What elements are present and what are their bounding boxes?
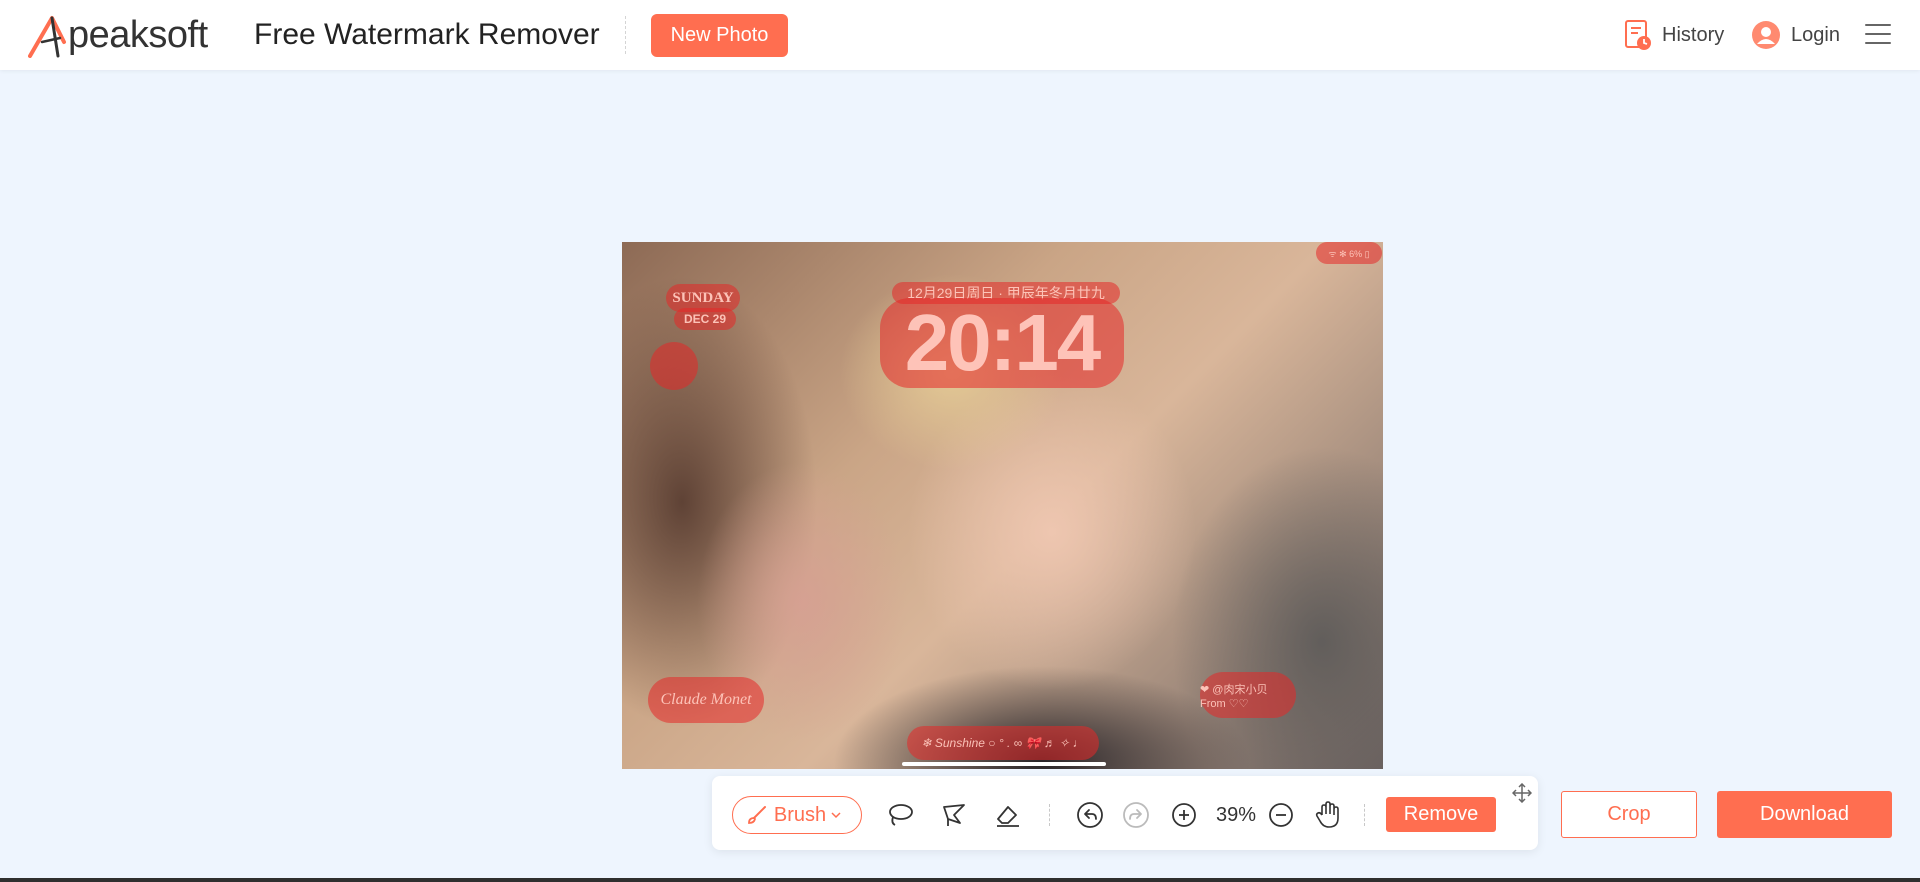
app-header: peaksoft Free Watermark Remover New Phot… (0, 0, 1920, 70)
remove-button[interactable]: Remove (1386, 797, 1496, 832)
history-button[interactable]: History (1624, 18, 1724, 52)
window-bottom-edge (0, 878, 1920, 882)
watermark-dec: DEC 29 (674, 308, 736, 330)
history-icon (1625, 20, 1651, 50)
undo-icon (1077, 802, 1103, 828)
zoom-in-button[interactable] (1170, 801, 1198, 829)
lasso-icon (889, 804, 913, 826)
move-drag-icon[interactable] (1512, 783, 1532, 803)
photo-canvas[interactable]: SUNDAY DEC 29 12月29日周日 · 甲辰年冬月廿九 20:14 ᯤ… (622, 242, 1383, 769)
logo-wordmark: peaksoft (68, 14, 208, 56)
zoom-level: 39% (1215, 804, 1257, 826)
watermark-signature: Claude Monet (648, 677, 764, 723)
apeaksoft-logo[interactable]: peaksoft (28, 12, 208, 58)
brush-tool-button[interactable]: Brush (732, 796, 862, 834)
user-avatar-icon (1752, 21, 1780, 49)
pan-hand-tool[interactable] (1314, 801, 1342, 829)
eraser-icon (997, 806, 1019, 827)
toolbar-separator (1364, 804, 1365, 826)
editing-toolbar: Brush 39% Remove (712, 776, 1538, 850)
polygon-lasso-icon (943, 804, 965, 826)
home-indicator-bar (902, 762, 1106, 766)
history-label: History (1662, 23, 1725, 46)
redo-icon (1123, 802, 1149, 828)
header-divider (625, 16, 626, 54)
hand-icon (1315, 801, 1339, 828)
login-button[interactable]: Login (1751, 18, 1840, 52)
polygonal-lasso-tool[interactable] (940, 801, 968, 829)
crop-button[interactable]: Crop (1561, 791, 1697, 838)
hamburger-menu-icon[interactable] (1865, 24, 1891, 46)
watermark-status-bar: ᯤ ✻ 6% ▯ (1316, 242, 1382, 264)
app-title: Free Watermark Remover (254, 18, 600, 51)
redo-button[interactable] (1122, 801, 1150, 829)
zoom-in-icon (1172, 803, 1196, 827)
download-button[interactable]: Download (1717, 791, 1892, 838)
toolbar-separator (1049, 804, 1050, 826)
zoom-out-button[interactable] (1267, 801, 1295, 829)
undo-button[interactable] (1076, 801, 1104, 829)
lasso-tool[interactable] (886, 801, 914, 829)
new-photo-button[interactable]: New Photo (651, 14, 788, 57)
watermark-round-badge (650, 342, 698, 390)
watermark-heart-stamp: ❤ @肉宋小贝 From ♡♡ (1200, 672, 1296, 718)
watermark-clock: 20:14 (880, 298, 1124, 388)
eraser-tool[interactable] (994, 801, 1022, 829)
watermark-sunshine-text: ❄ Sunshine ○ ° . ∞ 🎀 ♬ ✧ ♩ (907, 726, 1099, 760)
chevron-down-icon (831, 812, 841, 819)
brush-label: Brush (773, 803, 827, 826)
zoom-out-icon (1269, 803, 1293, 827)
brush-icon (747, 806, 766, 824)
logo-a-icon (28, 16, 66, 58)
login-label: Login (1791, 23, 1840, 46)
